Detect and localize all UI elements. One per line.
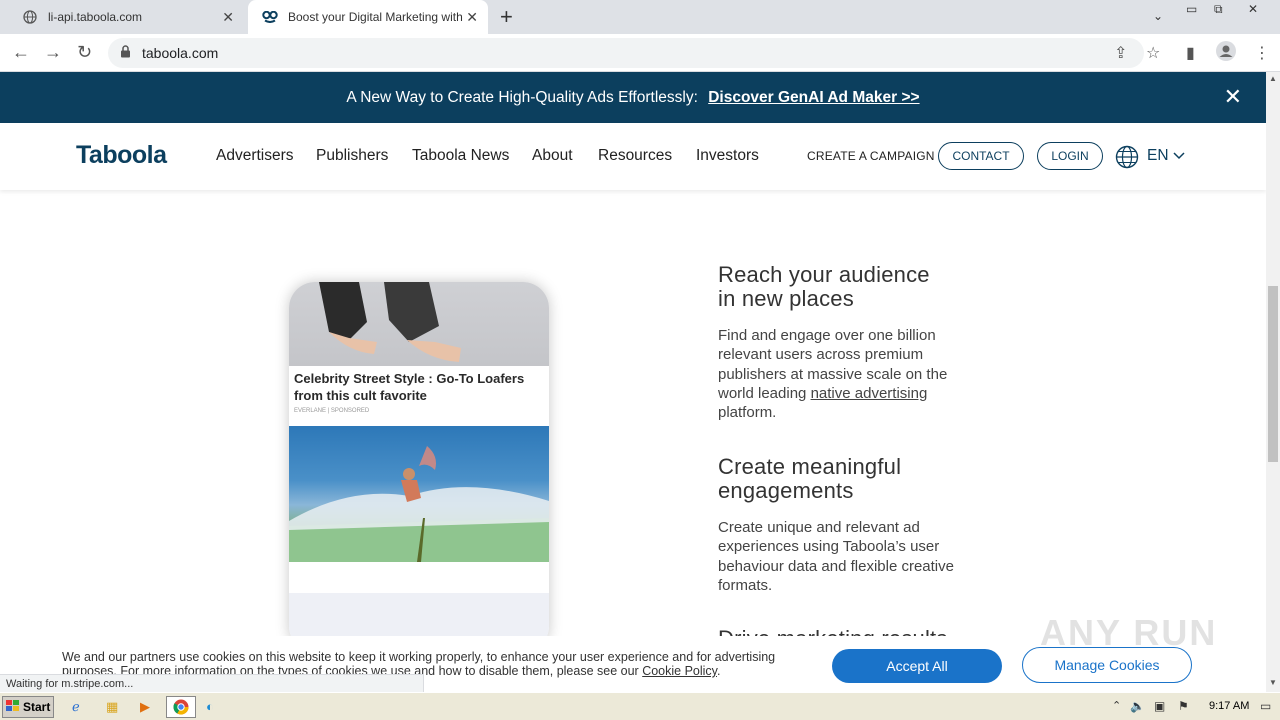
browser-menu-icon[interactable]: ⋮: [1254, 43, 1270, 63]
windows-logo-icon: [6, 699, 20, 715]
taboola-favicon-icon: [262, 9, 278, 25]
contact-button[interactable]: CONTACT: [938, 142, 1024, 170]
taskbar-clock[interactable]: 9:17 AM: [1209, 700, 1249, 712]
address-bar[interactable]: taboola.com: [108, 38, 1144, 68]
new-tab-button[interactable]: +: [500, 6, 513, 28]
network-icon[interactable]: ▣: [1154, 699, 1165, 713]
share-icon[interactable]: ⇪: [1114, 43, 1127, 63]
native-advertising-link[interactable]: native advertising: [811, 385, 928, 402]
tray-expand-icon[interactable]: ⌃: [1112, 699, 1121, 712]
chrome-taskbar-icon[interactable]: [166, 696, 196, 718]
back-arrow-icon[interactable]: ←: [12, 42, 30, 63]
accept-all-button[interactable]: Accept All: [832, 649, 1002, 683]
minimize-window-button[interactable]: ▭: [1186, 2, 1197, 16]
browser-toolbar: ← → ↻ taboola.com ⇪ ☆ ▮ ⋮: [0, 34, 1280, 72]
edge-icon[interactable]: ◐: [206, 699, 214, 714]
nav-taboola-news[interactable]: Taboola News: [412, 147, 509, 165]
profile-avatar-icon[interactable]: [1216, 41, 1236, 66]
lock-icon: [120, 45, 131, 63]
scrollbar-thumb[interactable]: [1268, 286, 1278, 462]
cookie-policy-link[interactable]: Cookie Policy: [642, 664, 717, 678]
start-button[interactable]: Start: [2, 696, 54, 718]
close-window-button[interactable]: ✕: [1248, 2, 1258, 16]
folder-icon[interactable]: ▦: [106, 699, 118, 715]
browser-tab-strip: li-api.taboola.com ✕ Boost your Digital …: [0, 0, 1280, 34]
anyrun-watermark: ANY RUN: [1040, 612, 1218, 653]
globe-icon[interactable]: [1115, 145, 1139, 174]
section-body-engagements: Create unique and relevant ad experience…: [718, 519, 954, 594]
phone-mockup: Celebrity Street Style : Go-To Loafers f…: [289, 282, 549, 652]
promo-banner-text: A New Way to Create High-Quality Ads Eff…: [0, 89, 1266, 107]
browser-tab-li-api[interactable]: li-api.taboola.com ✕: [8, 0, 244, 34]
section-title-engagements: Create meaningful engagements: [718, 455, 901, 503]
scroll-up-arrow-icon[interactable]: ▲: [1269, 74, 1277, 83]
nav-investors[interactable]: Investors: [696, 147, 759, 165]
volume-icon[interactable]: 🔈: [1130, 699, 1145, 713]
section-title-line: Reach your audience: [718, 262, 930, 287]
tab-title: li-api.taboola.com: [48, 10, 143, 24]
action-center-flag-icon[interactable]: ⚑: [1178, 699, 1189, 713]
reload-icon[interactable]: ↻: [77, 42, 92, 63]
nav-about[interactable]: About: [532, 147, 573, 165]
taboola-logo[interactable]: Taboola: [76, 141, 167, 170]
scroll-down-arrow-icon[interactable]: ▼: [1269, 678, 1277, 687]
media-player-icon[interactable]: ▶: [140, 699, 150, 715]
windows-taskbar: Start ℯ ▦ ▶ ◐ ⌃ 🔈 ▣ ⚑ 9:17 AM ▭: [0, 692, 1280, 720]
close-tab-icon[interactable]: ✕: [466, 9, 478, 26]
close-tab-icon[interactable]: ✕: [222, 9, 234, 26]
internet-explorer-icon[interactable]: ℯ: [72, 699, 80, 715]
globe-icon: [22, 9, 38, 25]
browser-status-bar: Waiting for m.stripe.com...: [0, 674, 424, 692]
section-body-reach: Find and engage over one billion relevan…: [718, 326, 968, 422]
language-selector[interactable]: EN: [1147, 147, 1185, 165]
close-banner-icon[interactable]: ✕: [1224, 84, 1242, 110]
restore-window-button[interactable]: ⧉: [1214, 2, 1223, 17]
banner-message: A New Way to Create High-Quality Ads Eff…: [346, 89, 698, 106]
nav-resources[interactable]: Resources: [598, 147, 672, 165]
surfer-ad-image: [289, 426, 549, 562]
tab-title: Boost your Digital Marketing with Tab: [288, 10, 464, 24]
start-label: Start: [23, 700, 51, 714]
ad-headline[interactable]: Celebrity Street Style : Go-To Loafers f…: [294, 370, 544, 404]
language-code: EN: [1147, 147, 1169, 164]
loafers-ad-image: [289, 282, 549, 366]
ad-source-label: EVERLANE | SPONSORED: [294, 408, 370, 414]
url-text: taboola.com: [142, 45, 219, 61]
login-button[interactable]: LOGIN: [1037, 142, 1103, 170]
section-title-line: engagements: [718, 478, 854, 503]
site-header: Taboola Advertisers Publishers Taboola N…: [0, 123, 1266, 190]
nav-publishers[interactable]: Publishers: [316, 147, 388, 165]
promo-banner: A New Way to Create High-Quality Ads Eff…: [0, 72, 1266, 123]
section-title-reach: Reach your audience in new places: [718, 263, 930, 311]
show-desktop-icon[interactable]: ▭: [1260, 699, 1271, 713]
side-panel-icon[interactable]: ▮: [1186, 43, 1195, 63]
bookmark-star-icon[interactable]: ☆: [1146, 43, 1160, 63]
section-title-line: in new places: [718, 286, 854, 311]
section-title-line: Create meaningful: [718, 454, 902, 479]
chevron-down-icon: [1173, 147, 1185, 164]
section-body-text: platform.: [718, 404, 777, 422]
forward-arrow-icon[interactable]: →: [44, 42, 62, 63]
browser-tab-taboola[interactable]: Boost your Digital Marketing with Tab ✕: [248, 0, 488, 34]
page-scrollbar[interactable]: ▲ ▼: [1266, 72, 1280, 692]
genai-ad-maker-link[interactable]: Discover GenAI Ad Maker >>: [708, 89, 919, 106]
create-campaign-link[interactable]: CREATE A CAMPAIGN: [807, 149, 935, 163]
tab-search-chevron-icon[interactable]: ⌄: [1153, 9, 1163, 23]
nav-advertisers[interactable]: Advertisers: [216, 147, 294, 165]
